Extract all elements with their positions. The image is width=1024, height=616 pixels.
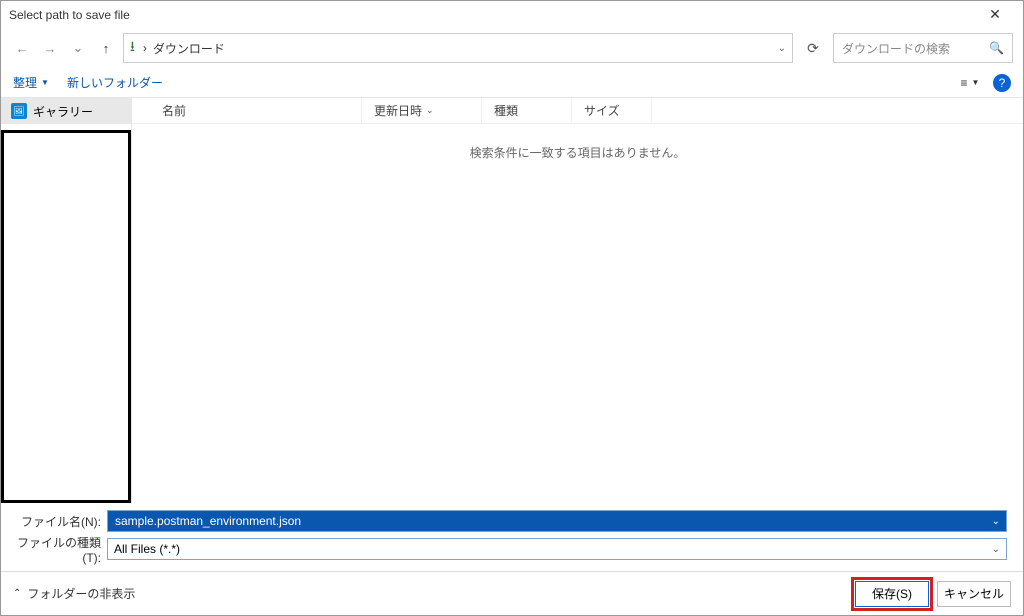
chevron-down-icon[interactable]: ⌄ <box>992 544 1000 555</box>
forward-icon[interactable]: → <box>39 37 61 59</box>
bottom-bar: ⌃ フォルダーの非表示 保存(S) キャンセル <box>1 571 1023 615</box>
empty-results-message: 検索条件に一致する項目はありません。 <box>132 124 1023 161</box>
help-icon[interactable]: ? <box>993 74 1011 92</box>
file-list-area: 名前 更新日時 ⌄ 種類 サイズ 検索条件に一致する項目はありません。 <box>131 98 1023 503</box>
recent-locations-icon[interactable]: ⌄ <box>67 37 89 59</box>
column-headers: 名前 更新日時 ⌄ 種類 サイズ <box>132 98 1023 124</box>
filetype-select[interactable]: All Files (*.*) ⌄ <box>107 538 1007 560</box>
hide-folders-label: フォルダーの非表示 <box>27 585 135 602</box>
filename-value: sample.postman_environment.json <box>114 514 302 528</box>
filename-label: ファイル名(N): <box>1 513 107 530</box>
gallery-icon: 🖼 <box>11 103 27 119</box>
column-size[interactable]: サイズ <box>572 98 652 123</box>
column-date[interactable]: 更新日時 ⌄ <box>362 98 482 123</box>
caret-down-icon: ▼ <box>41 78 49 87</box>
toolbar: 整理 ▼ 新しいフォルダー ≡ ▼ ? <box>1 68 1023 98</box>
up-icon[interactable]: ↑ <box>95 37 117 59</box>
download-icon: ⭳ <box>130 36 135 60</box>
save-button[interactable]: 保存(S) <box>855 581 929 607</box>
navigation-bar: ← → ⌄ ↑ ⭳ › ダウンロード ⌄ ⟳ ダウンロードの検索 🔍 <box>1 28 1023 68</box>
back-icon[interactable]: ← <box>11 37 33 59</box>
sidebar-redacted-panel <box>1 130 131 503</box>
filetype-label: ファイルの種類(T): <box>1 534 107 565</box>
hide-folders-toggle[interactable]: ⌃ フォルダーの非表示 <box>13 585 135 602</box>
breadcrumb[interactable]: ⭳ › ダウンロード ⌄ <box>123 33 793 63</box>
search-icon: 🔍 <box>989 41 1004 55</box>
view-options-button[interactable]: ≡ ▼ <box>953 72 987 94</box>
refresh-icon[interactable]: ⟳ <box>799 34 827 62</box>
new-folder-label: 新しいフォルダー <box>67 74 163 91</box>
filetype-row: ファイルの種類(T): All Files (*.*) ⌄ <box>1 537 1007 561</box>
caret-down-icon: ▼ <box>972 78 980 87</box>
breadcrumb-label: ダウンロード <box>153 40 225 57</box>
search-input[interactable]: ダウンロードの検索 🔍 <box>833 33 1013 63</box>
column-type[interactable]: 種類 <box>482 98 572 123</box>
cancel-button[interactable]: キャンセル <box>937 581 1011 607</box>
list-view-icon: ≡ <box>961 76 968 90</box>
sidebar-item-label: ギャラリー <box>33 103 93 120</box>
new-folder-button[interactable]: 新しいフォルダー <box>67 74 163 91</box>
chevron-up-icon: ⌃ <box>13 588 21 599</box>
close-icon[interactable]: ✕ <box>975 6 1015 23</box>
filetype-value: All Files (*.*) <box>114 542 992 556</box>
column-name[interactable]: 名前 <box>132 98 362 123</box>
window-title: Select path to save file <box>9 8 975 22</box>
search-placeholder: ダウンロードの検索 <box>842 40 989 57</box>
breadcrumb-separator: › <box>143 41 147 55</box>
chevron-down-icon[interactable]: ⌄ <box>992 516 1000 527</box>
organize-button[interactable]: 整理 ▼ <box>13 74 49 91</box>
filename-row: ファイル名(N): sample.postman_environment.jso… <box>1 509 1007 533</box>
filename-input[interactable]: sample.postman_environment.json ⌄ <box>107 510 1007 532</box>
titlebar: Select path to save file ✕ <box>1 1 1023 28</box>
sidebar-item-gallery[interactable]: 🖼 ギャラリー <box>1 98 131 124</box>
main-area: 🖼 ギャラリー 名前 更新日時 ⌄ 種類 サイズ <box>1 98 1023 503</box>
file-fields: ファイル名(N): sample.postman_environment.jso… <box>1 503 1023 571</box>
chevron-down-icon[interactable]: ⌄ <box>778 43 786 54</box>
organize-label: 整理 <box>13 74 37 91</box>
save-file-dialog: Select path to save file ✕ ← → ⌄ ↑ ⭳ › ダ… <box>0 0 1024 616</box>
sort-down-icon: ⌄ <box>426 105 434 116</box>
breadcrumb-segment[interactable]: › ダウンロード <box>143 40 225 57</box>
sidebar: 🖼 ギャラリー <box>1 98 131 503</box>
